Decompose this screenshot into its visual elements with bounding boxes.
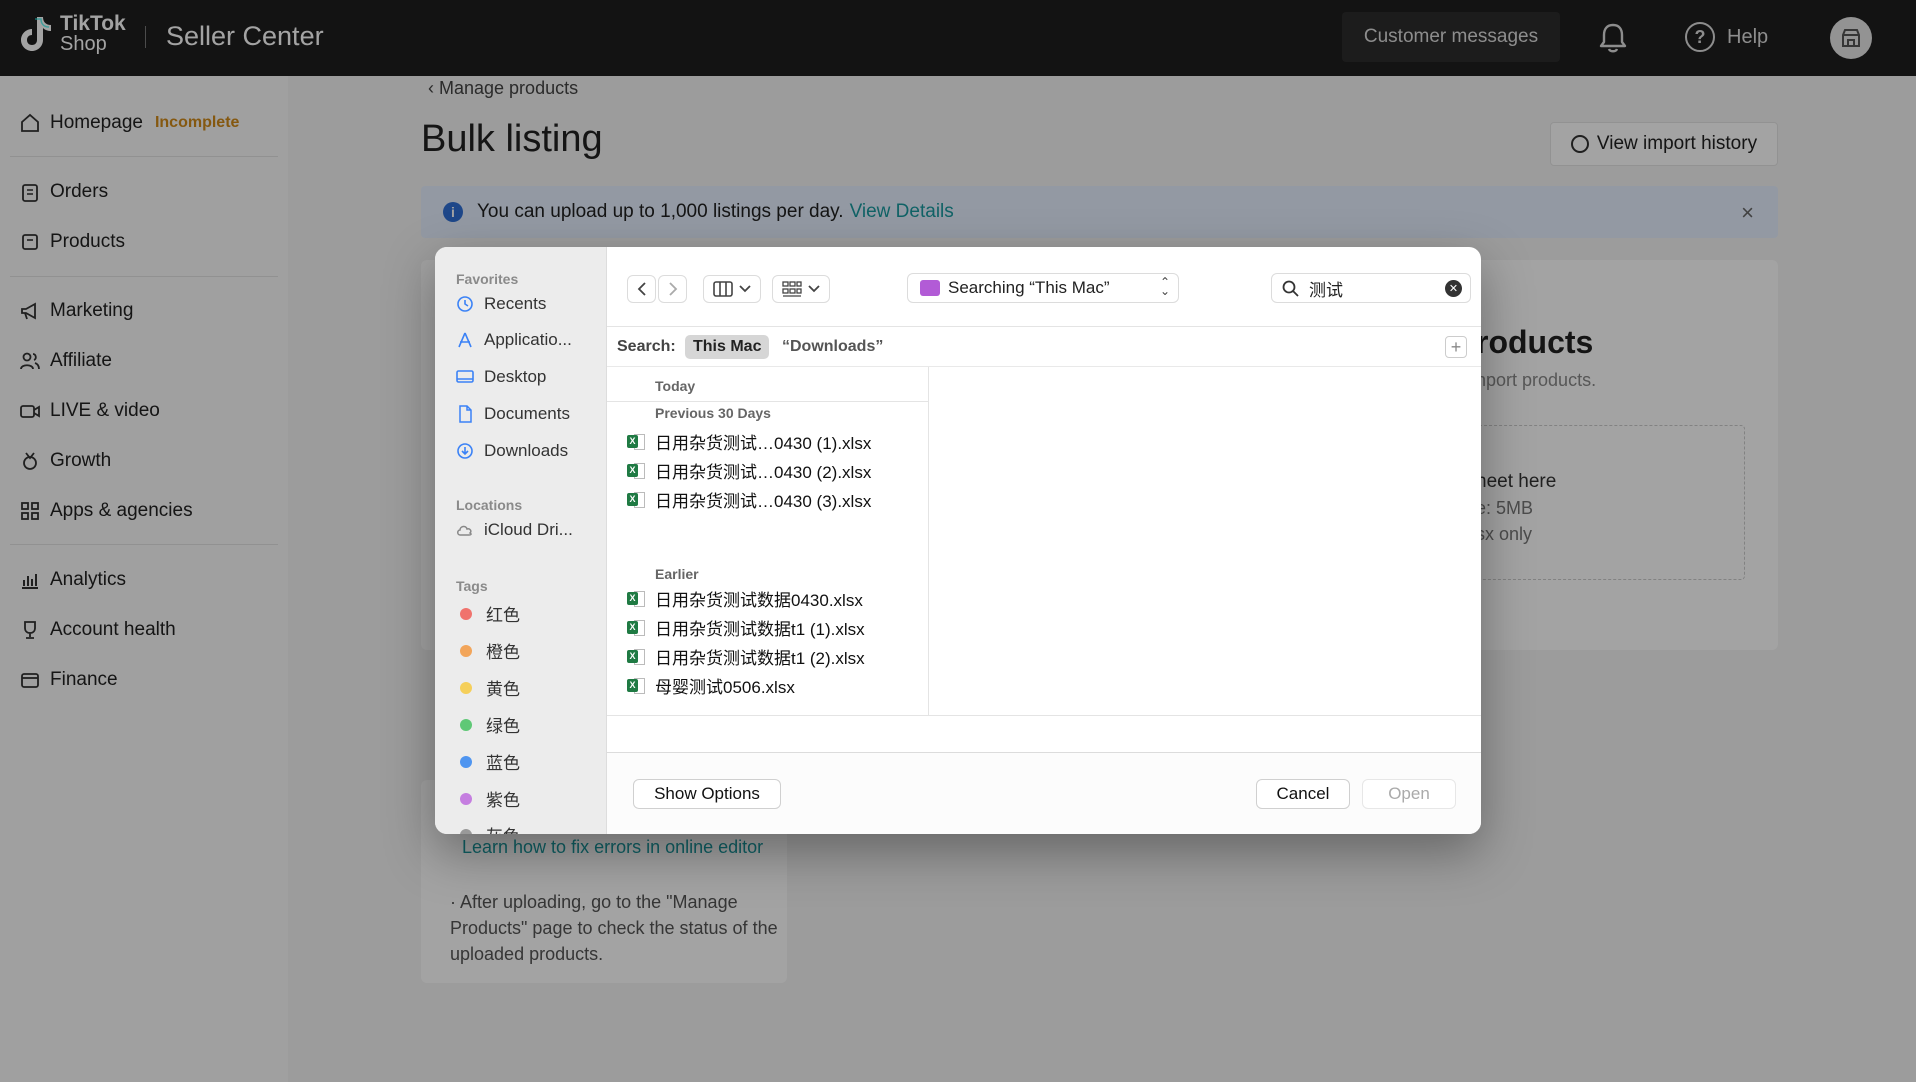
tag-dot <box>460 681 472 694</box>
chevron-left-icon <box>637 282 646 296</box>
clear-search-icon[interactable]: ✕ <box>1445 280 1462 297</box>
tag-dot <box>460 718 472 731</box>
grid-icon <box>782 281 802 297</box>
locations-label: Locations <box>456 497 523 513</box>
sidebar-item-desktop[interactable]: Desktop <box>456 367 546 387</box>
tag-dot <box>460 792 472 805</box>
chevron-right-icon <box>668 282 677 296</box>
applications-icon <box>458 332 472 348</box>
scope-this-mac[interactable]: This Mac <box>685 335 770 359</box>
sidebar-item-downloads[interactable]: Downloads <box>456 441 568 461</box>
forward-button[interactable] <box>658 275 687 303</box>
chevron-down-icon <box>739 285 751 293</box>
open-button[interactable]: Open <box>1362 779 1456 809</box>
group-earlier: Earlier <box>655 566 699 582</box>
tags-label: Tags <box>456 578 488 594</box>
tag-blue[interactable]: 蓝色 <box>456 749 520 774</box>
smart-folder-icon <box>920 280 940 296</box>
tag-dot <box>460 828 472 834</box>
tag-yellow[interactable]: 黄色 <box>456 675 520 700</box>
file-open-dialog: Favorites Recents Applicatio... Desktop … <box>435 247 1481 834</box>
search-value: 测试 <box>1309 280 1343 300</box>
group-previous-30-days: Previous 30 Days <box>655 405 771 421</box>
scope-downloads[interactable]: “Downloads” <box>782 338 883 356</box>
tag-purple[interactable]: 紫色 <box>456 786 520 811</box>
list-item[interactable]: X 日用杂货测试数据t1 (1).xlsx <box>627 615 865 640</box>
tag-dot <box>460 644 472 657</box>
search-scope-label: Search: <box>617 338 676 355</box>
group-by-button[interactable] <box>772 275 830 303</box>
sidebar-item-documents[interactable]: Documents <box>456 404 570 424</box>
cloud-icon <box>457 525 472 536</box>
excel-file-icon: X <box>627 590 645 607</box>
list-item[interactable]: X 日用杂货测试数据t1 (2).xlsx <box>627 644 865 669</box>
file-list: Today Previous 30 Days X 日用杂货测试…0430 (1)… <box>607 367 929 715</box>
download-icon <box>457 443 473 459</box>
excel-file-icon: X <box>627 619 645 636</box>
sidebar-item-icloud-drive[interactable]: iCloud Dri... <box>456 520 573 540</box>
tag-red[interactable]: 红色 <box>456 601 520 626</box>
list-item[interactable]: X 日用杂货测试…0430 (2).xlsx <box>627 458 871 483</box>
tag-gray[interactable]: 灰色 <box>456 822 520 834</box>
search-scope-bar: Search: This Mac “Downloads” + <box>607 327 1481 367</box>
tag-orange[interactable]: 橙色 <box>456 638 520 663</box>
list-item[interactable]: X 日用杂货测试…0430 (1).xlsx <box>627 429 871 454</box>
tag-dot <box>460 755 472 768</box>
excel-file-icon: X <box>627 648 645 665</box>
desktop-icon <box>456 370 474 383</box>
chevron-down-icon <box>808 285 820 293</box>
group-today: Today <box>655 378 696 394</box>
tag-green[interactable]: 绿色 <box>456 712 520 737</box>
dialog-toolbar: Searching “This Mac” ⌃ ⌄ 测试 ✕ <box>607 247 1481 327</box>
show-options-button[interactable]: Show Options <box>633 779 781 809</box>
excel-file-icon: X <box>627 677 645 694</box>
view-mode-button[interactable] <box>703 275 761 303</box>
tag-dot <box>460 607 472 620</box>
list-item[interactable]: X 日用杂货测试…0430 (3).xlsx <box>627 487 871 512</box>
add-criteria-button[interactable]: + <box>1445 336 1467 358</box>
clock-icon <box>457 296 473 312</box>
excel-file-icon: X <box>627 433 645 450</box>
list-item[interactable]: X 日用杂货测试数据0430.xlsx <box>627 586 863 611</box>
favorites-label: Favorites <box>456 271 519 287</box>
search-icon <box>1282 280 1299 297</box>
list-item[interactable]: X 母婴测试0506.xlsx <box>627 673 795 698</box>
columns-view-icon <box>713 281 733 297</box>
sidebar-item-applications[interactable]: Applicatio... <box>456 330 572 350</box>
excel-file-icon: X <box>627 462 645 479</box>
up-down-arrows-icon: ⌃ ⌄ <box>1159 275 1170 298</box>
excel-file-icon: X <box>627 491 645 508</box>
document-icon <box>459 405 472 423</box>
search-field[interactable]: 测试 ✕ <box>1271 273 1471 303</box>
cancel-button[interactable]: Cancel <box>1256 779 1350 809</box>
sidebar-item-recents[interactable]: Recents <box>456 294 546 314</box>
dialog-footer: Show Options Cancel Open <box>607 752 1481 834</box>
back-button[interactable] <box>627 275 656 303</box>
dialog-sidebar: Favorites Recents Applicatio... Desktop … <box>435 247 607 834</box>
location-popup[interactable]: Searching “This Mac” ⌃ ⌄ <box>907 273 1179 303</box>
